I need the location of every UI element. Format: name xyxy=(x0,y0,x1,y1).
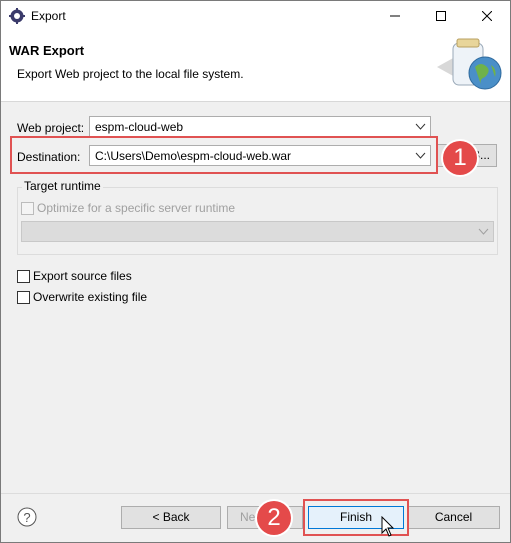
close-button[interactable] xyxy=(464,1,510,31)
step-2-badge: 2 xyxy=(257,501,291,535)
destination-callout xyxy=(10,136,438,174)
minimize-icon xyxy=(390,15,400,17)
export-source-checkbox[interactable] xyxy=(17,270,30,283)
web-project-value: espm-cloud-web xyxy=(95,120,184,134)
web-project-label: Web project: xyxy=(17,121,85,135)
close-icon xyxy=(482,11,492,21)
eclipse-gear-icon xyxy=(9,8,25,24)
svg-text:?: ? xyxy=(23,510,30,525)
target-runtime-group: Target runtime Optimize for a specific s… xyxy=(17,179,498,255)
maximize-icon xyxy=(436,11,446,21)
optimize-runtime-checkbox[interactable] xyxy=(21,202,34,215)
wizard-description: Export Web project to the local file sys… xyxy=(17,67,244,81)
web-export-globe-jar-icon xyxy=(435,37,505,95)
help-question-icon[interactable]: ? xyxy=(17,507,37,527)
export-dialog: Export WAR Export Export Web project to … xyxy=(0,0,511,543)
maximize-button[interactable] xyxy=(418,1,464,31)
overwrite-checkbox[interactable] xyxy=(17,291,30,304)
title-bar: Export xyxy=(1,1,510,31)
chevron-down-icon xyxy=(415,123,426,130)
overwrite-label: Overwrite existing file xyxy=(33,290,148,304)
cancel-button[interactable]: Cancel xyxy=(407,506,500,529)
export-source-label: Export source files xyxy=(33,269,132,283)
web-project-combo[interactable]: espm-cloud-web xyxy=(89,116,431,137)
minimize-button[interactable] xyxy=(372,1,418,31)
wizard-title: WAR Export xyxy=(9,43,85,58)
wizard-header: WAR Export Export Web project to the loc… xyxy=(1,31,510,102)
chevron-down-icon xyxy=(478,228,489,235)
footer-separator xyxy=(1,493,510,494)
mouse-cursor-icon xyxy=(381,515,395,538)
runtime-select[interactable] xyxy=(21,221,494,242)
step-1-badge: 1 xyxy=(443,141,477,175)
back-button[interactable]: < Back xyxy=(121,506,221,529)
optimize-runtime-label: Optimize for a specific server runtime xyxy=(37,201,236,215)
target-runtime-title: Target runtime xyxy=(22,179,103,193)
window-title: Export xyxy=(31,9,66,23)
